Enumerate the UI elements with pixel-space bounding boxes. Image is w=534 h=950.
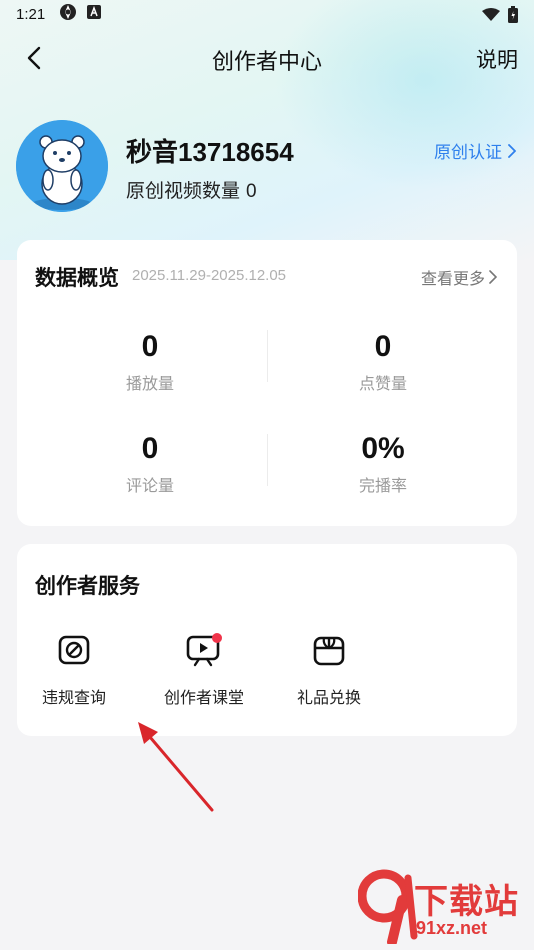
status-time: 1:21 bbox=[16, 5, 46, 23]
watermark-logo-icon bbox=[358, 869, 418, 944]
data-overview-card: 数据概览 2025.11.29-2025.12.05 查看更多 0 播放量 0 … bbox=[17, 240, 517, 526]
username: 秒音13718654 bbox=[126, 137, 294, 167]
stat-completion-rate: 0% 完播率 bbox=[283, 432, 483, 496]
service-gift-exchange[interactable]: 礼品兑换 bbox=[269, 630, 389, 708]
help-button[interactable]: 说明 bbox=[476, 44, 518, 74]
creator-services-card: 创作者服务 违规查询 创作者课堂 礼品兑换 bbox=[17, 544, 517, 736]
stat-likes: 0 点赞量 bbox=[283, 330, 483, 394]
stat-label: 完播率 bbox=[358, 476, 407, 495]
status-right-icons bbox=[482, 6, 518, 27]
polar-bear-avatar-icon bbox=[16, 120, 108, 212]
service-label: 违规查询 bbox=[41, 688, 106, 707]
nav-bar: 创作者中心 说明 bbox=[0, 36, 534, 80]
wifi-icon bbox=[482, 7, 500, 26]
chevron-right-icon bbox=[489, 270, 497, 284]
video-count-label: 原创视频数量 bbox=[126, 180, 241, 202]
stat-value: 0% bbox=[361, 432, 405, 465]
watermark: 下载站 91xz.net bbox=[358, 866, 528, 946]
app-notification-icon bbox=[87, 5, 102, 23]
stat-label: 评论量 bbox=[125, 476, 174, 495]
services-title: 创作者服务 bbox=[35, 574, 140, 598]
certify-label: 原创认证 bbox=[434, 143, 502, 163]
watermark-url: 91xz.net bbox=[416, 918, 488, 938]
gift-box-icon bbox=[313, 636, 345, 666]
tv-class-icon bbox=[186, 633, 222, 667]
service-label: 创作者课堂 bbox=[163, 688, 244, 707]
service-label: 礼品兑换 bbox=[296, 688, 361, 707]
original-certify-link[interactable]: 原创认证 bbox=[434, 138, 516, 163]
service-creator-class[interactable]: 创作者课堂 bbox=[144, 630, 264, 708]
overview-date-range: 2025.11.29-2025.12.05 bbox=[132, 267, 287, 284]
stat-value: 0 bbox=[141, 432, 159, 465]
stat-divider bbox=[267, 434, 268, 486]
annotation-arrow-icon bbox=[138, 722, 214, 812]
stat-plays: 0 播放量 bbox=[50, 330, 250, 394]
stat-value: 0 bbox=[374, 330, 392, 363]
video-count-value: 0 bbox=[246, 181, 257, 202]
battery-icon bbox=[508, 6, 518, 27]
status-bar: 1:21 bbox=[0, 0, 534, 28]
profile-section: 秒音13718654 原创视频数量 0 原创认证 bbox=[16, 120, 518, 212]
stat-label: 点赞量 bbox=[358, 374, 407, 393]
stat-comments: 0 评论量 bbox=[50, 432, 250, 496]
see-more-link[interactable]: 查看更多 bbox=[421, 265, 497, 289]
overview-title: 数据概览 bbox=[35, 266, 119, 290]
avatar[interactable] bbox=[16, 120, 108, 212]
see-more-label: 查看更多 bbox=[420, 269, 485, 288]
stat-divider bbox=[267, 330, 268, 382]
watermark-title: 下载站 bbox=[414, 882, 519, 922]
service-violation-check[interactable]: 违规查询 bbox=[14, 630, 134, 708]
stat-label: 播放量 bbox=[125, 374, 174, 393]
page-title: 创作者中心 bbox=[211, 50, 322, 75]
stat-value: 0 bbox=[141, 330, 159, 363]
violation-check-icon bbox=[58, 635, 90, 665]
aperture-icon bbox=[59, 3, 77, 25]
chevron-right-icon bbox=[508, 143, 516, 158]
original-video-count: 原创视频数量 0 bbox=[126, 176, 257, 203]
